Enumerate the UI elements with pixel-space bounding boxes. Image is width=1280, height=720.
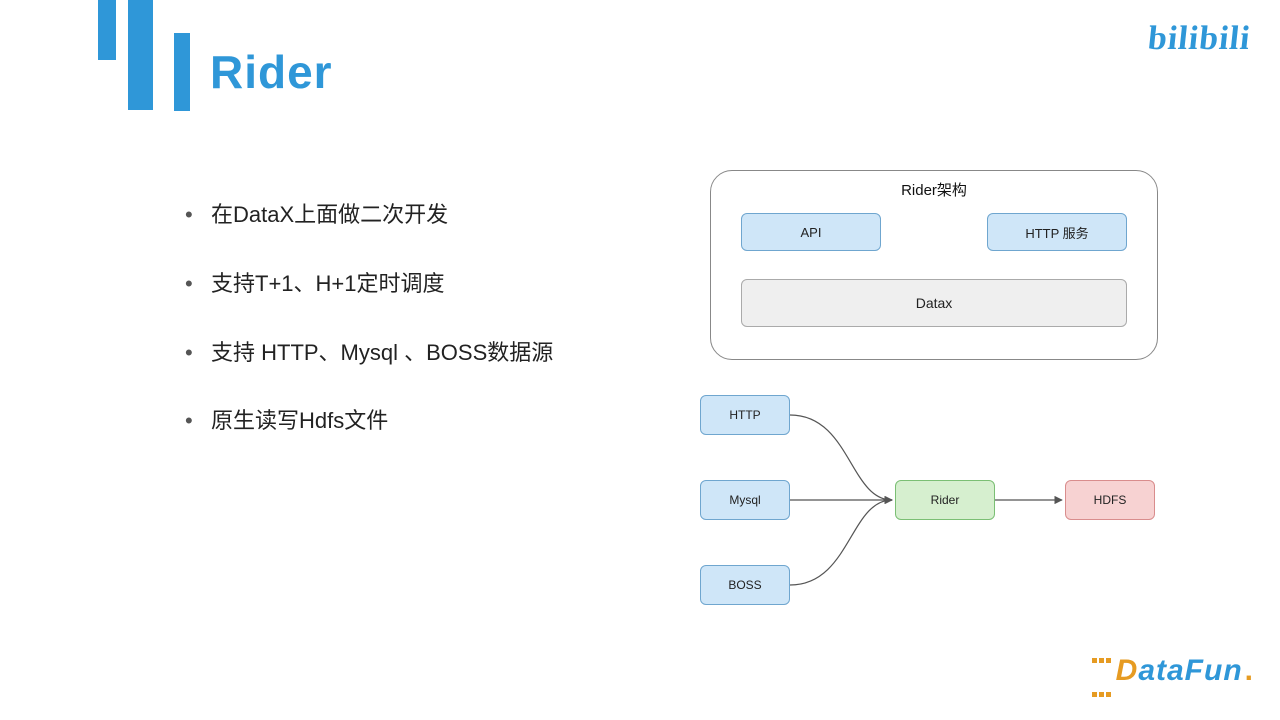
flow-node-mysql: Mysql bbox=[700, 480, 790, 520]
list-item: 原生读写Hdfs文件 bbox=[185, 406, 665, 437]
flow-node-hdfs: HDFS bbox=[1065, 480, 1155, 520]
list-item: 在DataX上面做二次开发 bbox=[185, 200, 665, 231]
datafun-logo: DataFun. bbox=[1091, 638, 1254, 706]
datafun-letter-d: D bbox=[1116, 654, 1139, 687]
flow-diagram: HTTP Mysql BOSS Rider HDFS bbox=[700, 395, 1170, 615]
architecture-box: Rider架构 API HTTP 服务 Datax bbox=[710, 170, 1158, 360]
header-bar bbox=[98, 0, 116, 60]
flow-node-boss: BOSS bbox=[700, 565, 790, 605]
title-block: Rider bbox=[174, 33, 333, 111]
arch-node-datax: Datax bbox=[741, 279, 1127, 327]
bullet-list: 在DataX上面做二次开发 支持T+1、H+1定时调度 支持 HTTP、Mysq… bbox=[185, 200, 665, 475]
list-item: 支持T+1、H+1定时调度 bbox=[185, 269, 665, 300]
flow-node-http: HTTP bbox=[700, 395, 790, 435]
architecture-title: Rider架构 bbox=[711, 179, 1157, 200]
flow-node-rider: Rider bbox=[895, 480, 995, 520]
architecture-top-row: API HTTP 服务 bbox=[741, 213, 1127, 251]
datafun-dot: . bbox=[1245, 654, 1254, 687]
arch-node-http-service: HTTP 服务 bbox=[987, 213, 1127, 251]
arch-node-api: API bbox=[741, 213, 881, 251]
datafun-letter-rest: ataFun bbox=[1138, 654, 1242, 687]
list-item: 支持 HTTP、Mysql 、BOSS数据源 bbox=[185, 338, 665, 369]
header-bar bbox=[128, 0, 153, 110]
bilibili-logo: bilibili bbox=[1146, 20, 1252, 58]
architecture-bottom-row: Datax bbox=[741, 279, 1127, 327]
datafun-grid-icon bbox=[1091, 638, 1112, 706]
page-title: Rider bbox=[210, 45, 333, 99]
title-accent-bar bbox=[174, 33, 190, 111]
header-decor-bars bbox=[98, 0, 153, 110]
